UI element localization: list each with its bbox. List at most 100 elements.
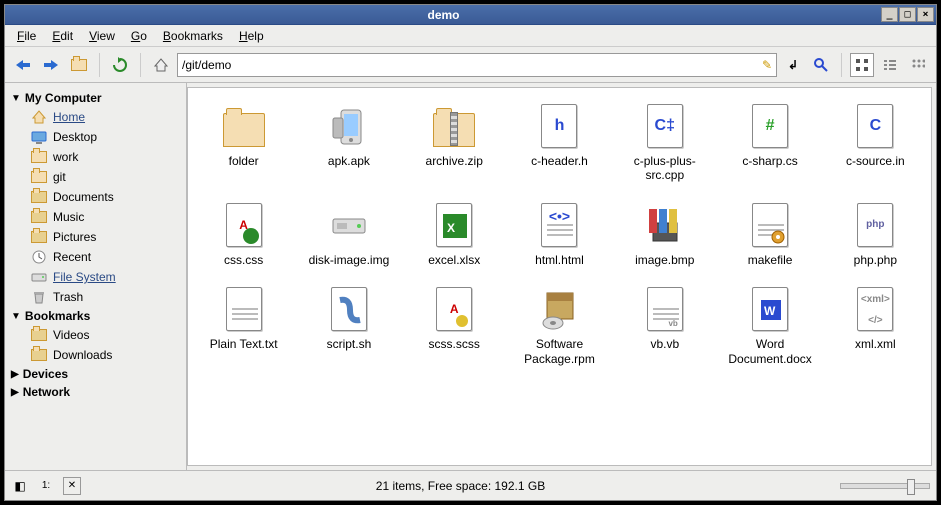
sidebar-item-label: Music xyxy=(53,210,84,224)
file-item[interactable]: hc-header.h xyxy=(510,98,609,187)
file-item[interactable]: makefile xyxy=(720,197,819,271)
forward-button[interactable] xyxy=(39,53,63,77)
back-button[interactable] xyxy=(11,53,35,77)
file-item[interactable]: WWord Document.docx xyxy=(720,281,819,370)
file-item[interactable]: vbvb.vb xyxy=(615,281,714,370)
sidebar-item-recent[interactable]: Recent xyxy=(9,247,182,267)
sidebar-group[interactable]: ▶Network xyxy=(9,383,182,401)
sidebar-item-git[interactable]: git xyxy=(9,167,182,187)
file-item[interactable]: Cc-source.in xyxy=(826,98,925,187)
file-item[interactable]: script.sh xyxy=(299,281,398,370)
desktop-icon xyxy=(31,129,47,145)
icon-grid: folderapk.apk archive.zip hc-header.hC‡c-p… xyxy=(194,98,925,370)
file-item[interactable]: folder xyxy=(194,98,293,187)
sidebar-item-trash[interactable]: Trash xyxy=(9,287,182,307)
sidebar-item-downloads[interactable]: Downloads xyxy=(9,345,182,365)
sidebar-group[interactable]: ▼Bookmarks xyxy=(9,307,182,325)
file-item[interactable]: <xml></>xml.xml xyxy=(826,281,925,370)
file-name: archive.zip xyxy=(426,154,483,168)
sidebar-item-videos[interactable]: Videos xyxy=(9,325,182,345)
triangle-right-icon: ▶ xyxy=(11,387,19,398)
file-item[interactable]: # c-sharp.cs xyxy=(720,98,819,187)
sidebar-item-file-system[interactable]: File System xyxy=(9,267,182,287)
file-item[interactable]: archive.zip xyxy=(405,98,504,187)
file-name: c-header.h xyxy=(531,154,588,168)
svg-text:W: W xyxy=(764,304,776,318)
sidebar-item-documents[interactable]: Documents xyxy=(9,187,182,207)
view-compact-button[interactable] xyxy=(906,53,930,77)
rpm-icon xyxy=(535,285,583,333)
close-pane-button[interactable]: ✕ xyxy=(63,477,81,495)
folder-video-icon xyxy=(31,327,47,343)
sidebar-item-work[interactable]: work xyxy=(9,147,182,167)
home-button[interactable] xyxy=(149,53,173,77)
view-list-button[interactable] xyxy=(878,53,902,77)
file-item[interactable]: Acss.css xyxy=(194,197,293,271)
search-button[interactable] xyxy=(809,53,833,77)
minimize-button[interactable]: _ xyxy=(881,7,898,22)
file-item[interactable]: C‡c-plus-plus-src.cpp xyxy=(615,98,714,187)
file-item[interactable]: disk-image.img xyxy=(299,197,398,271)
sidebar-item-music[interactable]: Music xyxy=(9,207,182,227)
menu-view[interactable]: View xyxy=(81,27,123,45)
xml-icon: <xml></> xyxy=(851,285,899,333)
titlebar[interactable]: demo _ □ × xyxy=(5,5,936,25)
zoom-thumb[interactable] xyxy=(907,479,915,495)
sidebar-group-label: Bookmarks xyxy=(25,309,90,323)
file-name: c-sharp.cs xyxy=(742,154,797,168)
disk-icon xyxy=(325,201,373,249)
path-input[interactable] xyxy=(182,58,762,72)
go-button[interactable]: ↲ xyxy=(781,53,805,77)
file-item[interactable]: Ascss.scss xyxy=(405,281,504,370)
sh-icon xyxy=(325,285,373,333)
file-item[interactable]: Plain Text.txt xyxy=(194,281,293,370)
places-toggle-button[interactable]: 1: xyxy=(37,477,55,495)
clear-icon[interactable]: ✎ xyxy=(762,58,772,72)
file-item[interactable]: phpphp.php xyxy=(826,197,925,271)
file-item[interactable]: Xexcel.xlsx xyxy=(405,197,504,271)
location-bar[interactable]: ✎ xyxy=(177,53,777,77)
up-button[interactable] xyxy=(67,53,91,77)
file-view[interactable]: folderapk.apk archive.zip hc-header.hC‡c-p… xyxy=(187,87,932,466)
menu-go[interactable]: Go xyxy=(123,27,155,45)
close-button[interactable]: × xyxy=(917,7,934,22)
sidebar-group[interactable]: ▼My Computer xyxy=(9,89,182,107)
menu-file[interactable]: File xyxy=(9,27,44,45)
zip-icon xyxy=(430,102,478,150)
sidebar-group-label: Devices xyxy=(23,367,68,381)
tree-toggle-button[interactable]: ◧ xyxy=(11,477,29,495)
file-item[interactable]: Software Package.rpm xyxy=(510,281,609,370)
triangle-right-icon: ▶ xyxy=(11,369,19,380)
vb-icon: vb xyxy=(641,285,689,333)
folder-pic-icon xyxy=(31,229,47,245)
sidebar-item-desktop[interactable]: Desktop xyxy=(9,127,182,147)
menu-edit[interactable]: Edit xyxy=(44,27,81,45)
maximize-button[interactable]: □ xyxy=(899,7,916,22)
menu-help[interactable]: Help xyxy=(231,27,272,45)
file-name: css.css xyxy=(224,253,263,267)
css-icon: A xyxy=(220,201,268,249)
cs-icon: # xyxy=(746,102,794,150)
file-name: c-plus-plus-src.cpp xyxy=(619,154,710,183)
menubar: File Edit View Go Bookmarks Help xyxy=(5,25,936,47)
sidebar-item-home[interactable]: Home xyxy=(9,107,182,127)
body: ▼My Computer Home DesktopworkgitDocuments M… xyxy=(5,83,936,470)
excel-icon: X xyxy=(430,201,478,249)
view-icons-button[interactable] xyxy=(850,53,874,77)
sidebar-item-label: Pictures xyxy=(53,230,96,244)
trash-icon xyxy=(31,289,47,305)
file-name: c-source.in xyxy=(846,154,905,168)
sidebar-item-label: Videos xyxy=(53,328,89,342)
sidebar-item-label: Home xyxy=(53,110,85,124)
file-item[interactable]: <•>html.html xyxy=(510,197,609,271)
reload-button[interactable] xyxy=(108,53,132,77)
sidebar-item-pictures[interactable]: Pictures xyxy=(9,227,182,247)
sidebar-group-label: My Computer xyxy=(25,91,102,105)
file-item[interactable]: apk.apk xyxy=(299,98,398,187)
separator xyxy=(140,53,141,77)
file-item[interactable]: image.bmp xyxy=(615,197,714,271)
menu-bookmarks[interactable]: Bookmarks xyxy=(155,27,231,45)
sidebar-group[interactable]: ▶ Devices xyxy=(9,365,182,383)
c-icon: C xyxy=(851,102,899,150)
zoom-slider[interactable] xyxy=(840,483,930,489)
